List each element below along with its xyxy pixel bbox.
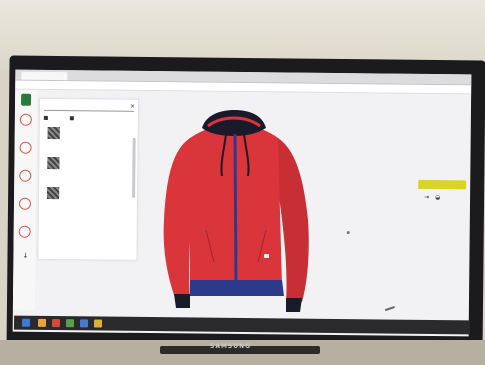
browser-tab[interactable]	[21, 71, 68, 81]
taskbar-app-icon[interactable]	[79, 319, 89, 328]
red-circle-icon[interactable]	[18, 225, 31, 238]
search-input[interactable]	[43, 102, 135, 112]
left-tool-rail: ↓	[12, 89, 38, 310]
product-list-panel: ×	[37, 97, 140, 261]
view-controls: ⇥ ◒	[424, 194, 446, 201]
start-icon[interactable]	[21, 318, 31, 327]
checkbox-filter-1[interactable]	[43, 115, 50, 120]
jacket-right-cuff	[286, 298, 302, 312]
pattern-thumbnail	[47, 186, 60, 200]
monitor-brand-logo: SAMSUNG	[210, 343, 252, 350]
logo-patch	[264, 254, 269, 258]
app-logo-icon	[21, 93, 32, 106]
view-icon[interactable]: ◒	[435, 194, 440, 201]
jacket-left-cuff	[174, 294, 190, 308]
taskbar-app-icon[interactable]	[93, 319, 103, 328]
red-circle-icon[interactable]	[19, 141, 32, 154]
close-icon[interactable]: ×	[130, 103, 135, 110]
mouse-cursor	[346, 231, 350, 235]
hoodie-jacket-image	[163, 110, 309, 312]
taskbar-app-icon[interactable]	[37, 318, 47, 327]
checkbox-filter-2[interactable]	[69, 115, 76, 121]
summary-row	[419, 144, 471, 151]
add-to-cart-button[interactable]	[418, 179, 467, 190]
screen-reflection	[384, 305, 395, 312]
taskbar-app-icon[interactable]	[65, 319, 75, 328]
list-item[interactable]	[47, 156, 127, 180]
red-circle-icon[interactable]	[18, 197, 32, 210]
checkbox-box	[69, 116, 74, 121]
rotate-icon[interactable]: ⇥	[424, 194, 429, 201]
summary-row	[419, 134, 471, 141]
jacket-left-sleeve	[163, 138, 194, 300]
pattern-thumbnail	[47, 156, 60, 170]
arrow-down-icon[interactable]: ↓	[22, 252, 28, 260]
scrollbar[interactable]	[132, 137, 136, 198]
summary-row	[418, 154, 470, 161]
taskbar-app-icon[interactable]	[51, 319, 61, 328]
jacket-zipper	[233, 133, 238, 287]
checkbox-box	[43, 115, 48, 120]
red-circle-icon[interactable]	[19, 113, 32, 126]
list-item[interactable]	[47, 126, 128, 150]
red-circle-icon[interactable]	[19, 169, 32, 182]
jacket-right-sleeve	[278, 138, 309, 302]
list-item[interactable]	[47, 186, 127, 210]
summary-row	[418, 164, 470, 171]
jacket-hem	[190, 280, 284, 296]
pattern-thumbnail	[47, 126, 60, 140]
